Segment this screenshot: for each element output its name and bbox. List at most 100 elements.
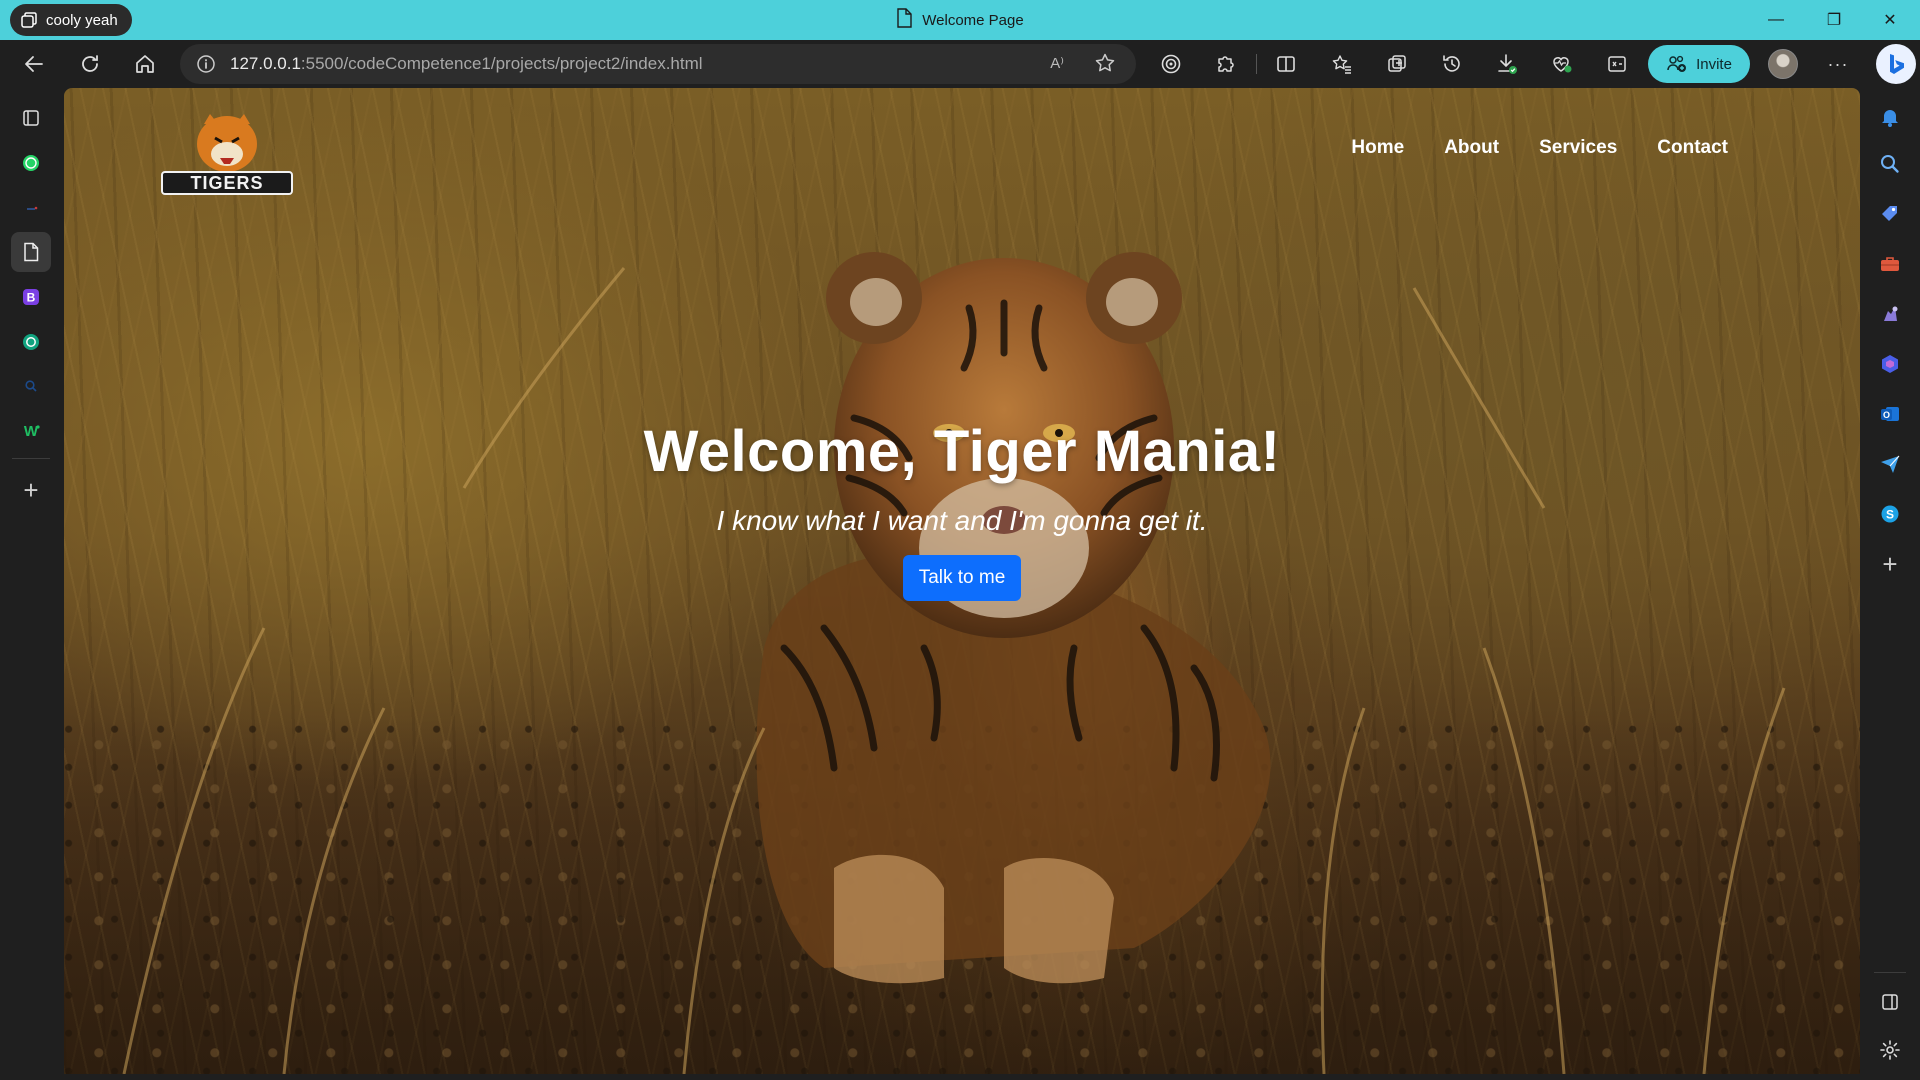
screenshot-button[interactable] [1599,46,1635,82]
minimize-icon: — [1768,11,1784,28]
restore-button[interactable]: ❐ [1806,0,1862,40]
hero-title: Welcome, Tiger Mania! [643,419,1281,484]
whatsapp-icon [23,155,39,171]
settings-button[interactable] [1870,1030,1910,1070]
sidebar-divider [1874,972,1906,973]
copilot-button[interactable] [1870,344,1910,384]
search-icon [25,380,37,392]
skype-icon: S [1881,505,1899,523]
svg-text:W: W [24,423,39,440]
profile-button[interactable]: cooly yeah [10,4,132,36]
history-button[interactable] [1434,46,1470,82]
download-icon [1498,54,1517,74]
tab-actions-button[interactable] [11,98,51,138]
puzzle-icon [1218,56,1234,72]
nav-contact[interactable]: Contact [1657,137,1728,159]
collections-button[interactable] [1379,46,1415,82]
toolbox-icon [1881,257,1899,271]
favorites-icon [1332,55,1351,74]
bing-icon [1890,54,1904,74]
page-viewport: TIGERS Home About Services Contact Welco… [64,88,1860,1074]
favorites-button[interactable] [1324,46,1360,82]
sidebar-toggle-icon [1882,994,1898,1010]
sidebar-item-bootstrap[interactable]: B [11,277,51,317]
ellipsis-icon: ··· [1827,53,1849,74]
games-icon [1884,306,1898,321]
wix-icon: W [24,423,40,440]
sidebar-item-wix[interactable]: W [11,411,51,451]
plus-icon: + [23,474,39,505]
profile-name: cooly yeah [46,11,118,29]
workspaces-icon [20,11,38,29]
collections-icon [1388,55,1406,72]
more-button[interactable]: ··· [1820,46,1856,82]
minimize-button[interactable]: — [1748,0,1804,40]
sidebar-item-dash[interactable] [11,188,51,228]
send-icon [1881,455,1900,473]
sidebar-add-button[interactable]: + [11,470,51,510]
sidebar-item-chatgpt[interactable] [11,322,51,362]
tracking-prevention-button[interactable] [1153,46,1189,82]
hero-subtitle: I know what I want and I'm gonna get it. [716,505,1208,536]
games-button[interactable] [1870,294,1910,334]
nav-services[interactable]: Services [1539,137,1617,159]
extensions-button[interactable] [1207,46,1243,82]
shopping-button[interactable] [1870,194,1910,234]
sidebar-item-search[interactable] [11,366,51,406]
url-text[interactable]: 127.0.0.1:5500/codeCompetence1/projects/… [230,54,703,74]
nav-home[interactable]: Home [1351,137,1404,159]
profile-avatar[interactable] [1768,49,1798,79]
back-button[interactable] [16,46,52,82]
right-sidebar: O S + [1860,88,1920,1080]
home-button[interactable] [127,46,163,82]
heart-pulse-icon [1553,57,1572,73]
site-info-icon[interactable] [192,50,220,78]
downloads-button[interactable] [1489,46,1525,82]
logo-text: TIGERS [190,173,263,193]
nav-about[interactable]: About [1444,137,1499,159]
send-button[interactable] [1870,444,1910,484]
tab-actions-icon [23,110,39,126]
close-button[interactable]: ✕ [1862,0,1918,40]
refresh-button[interactable] [72,46,108,82]
sidebar-item-whatsapp[interactable] [11,143,51,183]
toolbar-divider [1256,54,1257,74]
bing-copilot-button[interactable] [1876,44,1916,84]
copilot-icon [1882,355,1898,373]
outlook-letter: O [1883,410,1890,420]
split-screen-button[interactable] [1268,46,1304,82]
hero-section: Welcome, Tiger Mania! I know what I want… [64,418,1860,601]
url-path: :5500/codeCompetence1/projects/project2/… [300,54,703,73]
notifications-button[interactable] [1870,97,1910,137]
skype-button[interactable]: S [1870,494,1910,534]
tag-icon [1882,206,1897,221]
browser-essentials-button[interactable] [1544,46,1580,82]
restore-icon: ❐ [1826,12,1842,29]
people-add-icon [1667,55,1687,72]
invite-button[interactable]: Invite [1648,45,1750,83]
talk-to-me-button[interactable]: Talk to me [902,555,1022,601]
read-aloud-icon[interactable]: A⁾ [1050,54,1064,72]
sidebar-add-button[interactable]: + [1870,544,1910,584]
outlook-button[interactable]: O [1870,394,1910,434]
hide-sidebar-button[interactable] [1870,982,1910,1022]
history-icon [1443,55,1460,72]
favorite-star-icon[interactable] [1094,52,1116,79]
main-nav: Home About Services Contact [1351,137,1728,159]
close-icon: ✕ [1883,12,1897,29]
svg-text:B: B [27,291,36,305]
sidebar-divider [12,458,50,459]
search-icon [1881,155,1899,173]
plus-icon: + [1882,548,1898,579]
tools-button[interactable] [1870,244,1910,284]
ground-texture [64,714,1860,1074]
address-bar[interactable]: 127.0.0.1:5500/codeCompetence1/projects/… [180,44,1136,84]
tigers-logo[interactable]: TIGERS [152,110,302,200]
skype-letter: S [1886,508,1894,522]
left-sidebar: B W + [0,88,62,1080]
arrow-left-icon [25,56,43,72]
invite-label: Invite [1696,55,1732,73]
search-button[interactable] [1870,144,1910,184]
sidebar-item-page[interactable] [11,232,51,272]
tab-title-text: Welcome Page [922,11,1024,29]
